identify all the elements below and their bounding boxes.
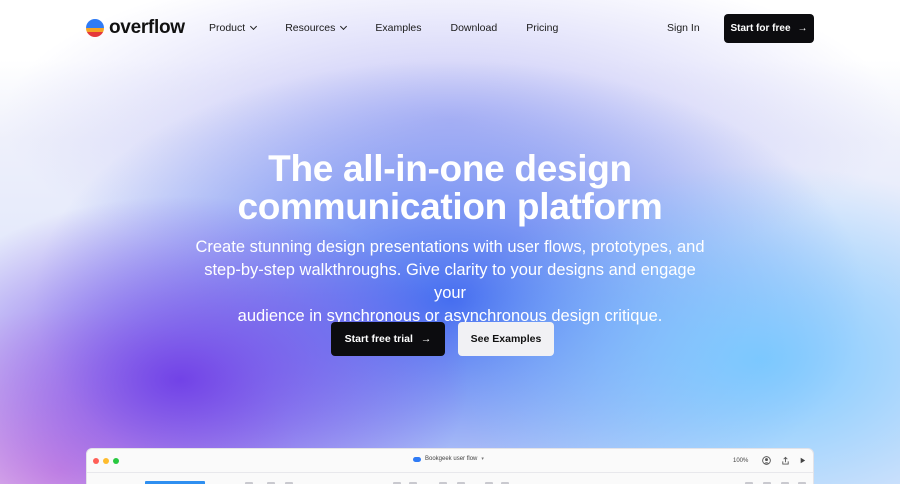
file-name: Bookgeek user flow: [425, 456, 478, 462]
app-toolbar: [87, 474, 813, 484]
chevron-down-icon: ▾: [481, 456, 484, 462]
hero-subtitle-line: step-by-step walkthroughs. Give clarity …: [204, 261, 696, 302]
window-maximize-dot: [113, 458, 119, 464]
see-examples-label: See Examples: [470, 333, 542, 345]
nav-link-resources[interactable]: Resources: [285, 22, 348, 34]
start-for-free-button[interactable]: Start for free →: [724, 14, 814, 43]
nav-link-label: Product: [209, 22, 246, 34]
arrow-right-icon: →: [797, 23, 808, 34]
logo-mark-icon: [86, 19, 104, 37]
brand-name: overflow: [109, 17, 185, 38]
nav-link-label: Resources: [285, 22, 336, 34]
nav-link-download[interactable]: Download: [451, 22, 498, 34]
hero-title-line: communication platform: [237, 186, 663, 227]
see-examples-button[interactable]: See Examples: [458, 322, 554, 356]
chevron-down-icon: [340, 22, 348, 31]
window-minimize-dot: [103, 458, 109, 464]
window-close-dot: [93, 458, 99, 464]
avatar-icon[interactable]: [762, 456, 771, 465]
hero-title: The all-in-one design communication plat…: [0, 150, 900, 226]
app-window-preview: Bookgeek user flow ▾ 100%: [86, 448, 814, 484]
hero-title-line: The all-in-one design: [268, 148, 632, 189]
start-free-trial-button[interactable]: Start free trial →: [331, 322, 445, 356]
nav-link-label: Download: [450, 22, 498, 34]
start-free-trial-label: Start free trial: [344, 333, 413, 345]
nav-link-examples[interactable]: Examples: [375, 22, 421, 34]
chevron-down-icon: [250, 22, 258, 31]
sign-in-link[interactable]: Sign In: [667, 22, 700, 34]
hero-subtitle-line: audience in synchronous or asynchronous …: [237, 307, 663, 325]
start-for-free-label: Start for free: [730, 23, 791, 34]
nav-link-label: Pricing: [526, 22, 559, 34]
share-icon[interactable]: [781, 456, 790, 465]
zoom-level[interactable]: 100%: [733, 458, 748, 464]
arrow-right-icon: →: [420, 333, 432, 345]
app-titlebar: Bookgeek user flow ▾ 100%: [87, 449, 813, 473]
hero-subtitle-line: Create stunning design presentations wit…: [195, 238, 705, 256]
top-navigation: overflow Product Resources Examples Down…: [0, 0, 900, 58]
nav-link-product[interactable]: Product: [209, 22, 258, 34]
cloud-icon: [413, 456, 421, 462]
nav-link-label: Examples: [375, 22, 422, 34]
hero-subtitle: Create stunning design presentations wit…: [195, 236, 705, 328]
brand-logo[interactable]: overflow: [86, 17, 185, 39]
nav-links: Product Resources Examples Download Pric…: [209, 22, 587, 34]
play-icon[interactable]: [798, 456, 807, 465]
nav-link-pricing[interactable]: Pricing: [526, 22, 558, 34]
file-title[interactable]: Bookgeek user flow ▾: [413, 456, 484, 462]
